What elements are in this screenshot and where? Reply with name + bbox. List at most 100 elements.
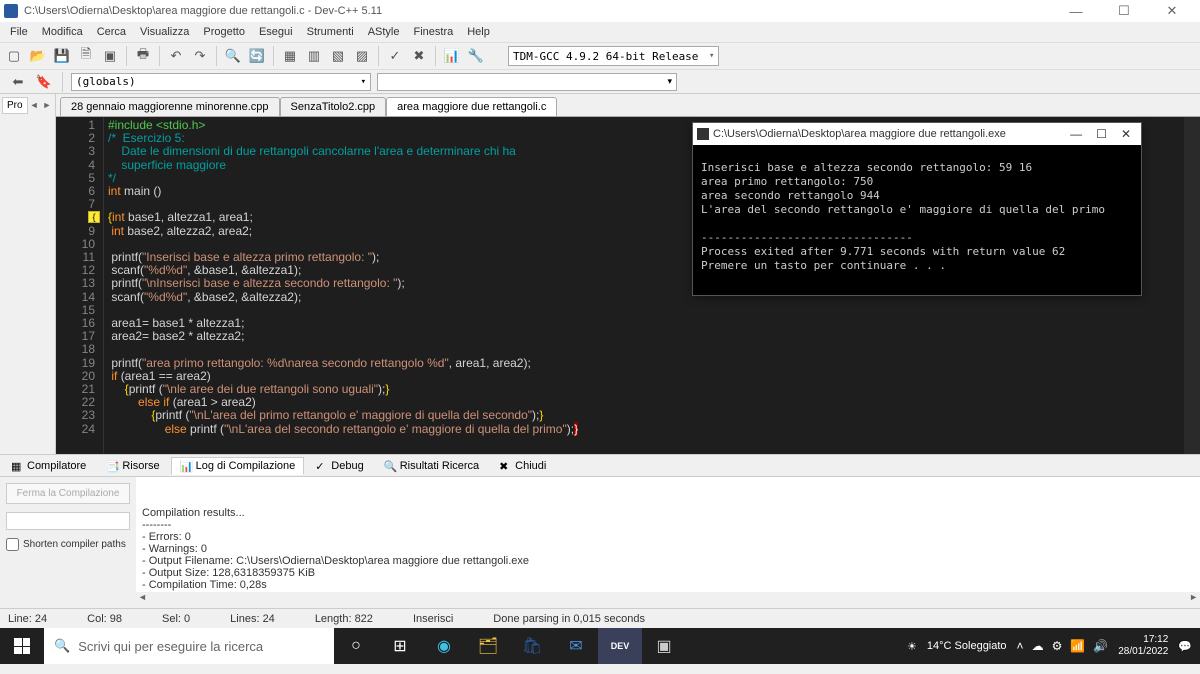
statusbar: Line: 24 Col: 98 Sel: 0 Lines: 24 Length… xyxy=(0,608,1200,628)
scope-select[interactable]: (globals) xyxy=(71,73,371,91)
tab-prev-icon[interactable]: ◄ xyxy=(28,100,41,110)
rebuild-icon[interactable]: ▨ xyxy=(352,46,372,66)
project-tab[interactable]: Pro xyxy=(2,97,28,114)
mail-icon[interactable]: ✉ xyxy=(554,628,598,664)
clock-time: 17:12 xyxy=(1118,634,1168,646)
weather-icon[interactable]: ☀ xyxy=(907,640,917,653)
output-tab-log-di-compilazione[interactable]: 📊Log di Compilazione xyxy=(171,457,305,475)
separator xyxy=(126,46,127,66)
menu-modifica[interactable]: Modifica xyxy=(42,26,83,38)
save-all-icon[interactable]: 🗎 xyxy=(76,46,96,66)
tools-icon[interactable]: 🔧 xyxy=(466,46,486,66)
shorten-paths-checkbox[interactable]: Shorten compiler paths xyxy=(6,538,130,551)
menu-strumenti[interactable]: Strumenti xyxy=(307,26,354,38)
project-panel: Pro ◄► xyxy=(0,94,56,454)
scrollbar-horizontal[interactable]: ◄► xyxy=(136,592,1200,608)
new-file-icon[interactable]: ▢ xyxy=(4,46,24,66)
open-icon[interactable]: 📂 xyxy=(28,46,48,66)
maximize-button[interactable]: ☐ xyxy=(1110,2,1138,20)
cortana-icon[interactable]: ○ xyxy=(334,628,378,664)
output-tab-debug[interactable]: ✓Debug xyxy=(306,457,372,475)
file-tab[interactable]: SenzaTitolo2.cpp xyxy=(280,97,387,116)
compiler-select[interactable]: TDM-GCC 4.9.2 64-bit Release xyxy=(508,46,719,66)
output-tabs: ▦Compilatore📑Risorse📊Log di Compilazione… xyxy=(0,454,1200,476)
task-view-icon[interactable]: ⊞ xyxy=(378,628,422,664)
menu-finestra[interactable]: Finestra xyxy=(413,26,453,38)
debug-icon[interactable]: ✓ xyxy=(385,46,405,66)
function-select[interactable] xyxy=(377,73,677,91)
weather-text[interactable]: 14°C Soleggiato xyxy=(927,640,1007,652)
taskbar-clock[interactable]: 17:12 28/01/2022 xyxy=(1118,634,1168,658)
devcpp-icon[interactable]: DEV xyxy=(598,628,642,664)
tray-wifi-icon[interactable]: 📶 xyxy=(1070,639,1085,653)
find-icon[interactable]: 🔍 xyxy=(223,46,243,66)
run-icon[interactable]: ▥ xyxy=(304,46,324,66)
output-tab-risultati-ricerca[interactable]: 🔍Risultati Ricerca xyxy=(375,457,488,475)
main-toolbar: ▢ 📂 💾 🗎 ▣ 🖶 ↶ ↷ 🔍 🔄 ▦ ▥ ▧ ▨ ✓ ✖ 📊 🔧 TDM-… xyxy=(0,42,1200,70)
minimize-button[interactable]: — xyxy=(1062,2,1090,20)
stop-icon[interactable]: ✖ xyxy=(409,46,429,66)
console-minimize-button[interactable]: — xyxy=(1070,127,1082,141)
menubar: File Modifica Cerca Visualizza Progetto Esegu… xyxy=(0,22,1200,42)
console-icon xyxy=(697,128,709,140)
profile-icon[interactable]: 📊 xyxy=(442,46,462,66)
close-file-icon[interactable]: ▣ xyxy=(100,46,120,66)
separator xyxy=(378,46,379,66)
file-tab[interactable]: 28 gennaio maggiorenne minorenne.cpp xyxy=(60,97,280,116)
bookmark-icon[interactable]: 🔖 xyxy=(34,72,54,92)
tray-chevron-icon[interactable]: ˄ xyxy=(1017,639,1024,653)
close-icon: ✖ xyxy=(499,460,511,472)
replace-icon[interactable]: 🔄 xyxy=(247,46,267,66)
shorten-paths-check-input[interactable] xyxy=(6,538,19,551)
system-tray[interactable]: ˄ ☁ ⚙ 📶 🔊 xyxy=(1017,639,1109,653)
stop-compile-button[interactable]: Ferma la Compilazione xyxy=(6,483,130,504)
console-titlebar[interactable]: C:\Users\Odierna\Desktop\area maggiore d… xyxy=(693,123,1141,145)
taskbar-search[interactable]: 🔍 Scrivi qui per eseguire la ricerca xyxy=(44,628,334,664)
tray-security-icon[interactable]: ⚙ xyxy=(1052,639,1063,653)
console-maximize-button[interactable]: ☐ xyxy=(1096,127,1107,141)
console-window[interactable]: C:\Users\Odierna\Desktop\area maggiore d… xyxy=(692,122,1142,296)
separator xyxy=(62,72,63,92)
menu-help[interactable]: Help xyxy=(467,26,490,38)
compile-run-icon[interactable]: ▧ xyxy=(328,46,348,66)
app-icon xyxy=(4,4,18,18)
tab-next-icon[interactable]: ► xyxy=(40,100,53,110)
file-tab[interactable]: area maggiore due rettangoli.c xyxy=(386,97,557,116)
search-icon: 🔍 xyxy=(384,460,396,472)
redo-icon[interactable]: ↷ xyxy=(190,46,210,66)
console-close-button[interactable]: ✕ xyxy=(1121,127,1131,141)
start-button[interactable] xyxy=(0,628,44,664)
status-col: Col: 98 xyxy=(87,613,122,625)
res-icon: 📑 xyxy=(106,460,118,472)
output-tab-risorse[interactable]: 📑Risorse xyxy=(97,457,168,475)
output-tab-chiudi[interactable]: ✖Chiudi xyxy=(490,457,555,475)
menu-progetto[interactable]: Progetto xyxy=(203,26,245,38)
explorer-icon[interactable]: 🗂 xyxy=(466,628,510,664)
filter-input[interactable] xyxy=(6,512,130,530)
edge-icon[interactable]: ◉ xyxy=(422,628,466,664)
undo-icon[interactable]: ↶ xyxy=(166,46,186,66)
close-button[interactable]: ✕ xyxy=(1158,2,1186,20)
output-tab-compilatore[interactable]: ▦Compilatore xyxy=(2,457,95,475)
notifications-icon[interactable]: 💬 xyxy=(1178,640,1192,653)
console-task-icon[interactable]: ▣ xyxy=(642,628,686,664)
back-icon[interactable]: ⬅ xyxy=(8,72,28,92)
print-icon[interactable]: 🖶 xyxy=(133,46,153,66)
compile-log-text: Compilation results... -------- - Errors… xyxy=(142,507,1194,591)
menu-file[interactable]: File xyxy=(10,26,28,38)
store-icon[interactable]: 🛍 xyxy=(510,628,554,664)
menu-astyle[interactable]: AStyle xyxy=(368,26,400,38)
menu-cerca[interactable]: Cerca xyxy=(97,26,126,38)
menu-esegui[interactable]: Esegui xyxy=(259,26,293,38)
tray-onedrive-icon[interactable]: ☁ xyxy=(1032,639,1044,653)
debug-icon: ✓ xyxy=(315,460,327,472)
compile-icon[interactable]: ▦ xyxy=(280,46,300,66)
save-icon[interactable]: 💾 xyxy=(52,46,72,66)
status-length: Length: 822 xyxy=(315,613,373,625)
status-mode: Inserisci xyxy=(413,613,453,625)
tray-volume-icon[interactable]: 🔊 xyxy=(1093,639,1108,653)
menu-visualizza[interactable]: Visualizza xyxy=(140,26,189,38)
scrollbar-vertical[interactable] xyxy=(1184,117,1200,454)
log-icon: 📊 xyxy=(180,460,192,472)
code-editor[interactable]: 1 2 3 4 5 6 7 8 9 10 11 12 13 14 15 16 1… xyxy=(56,116,1200,454)
